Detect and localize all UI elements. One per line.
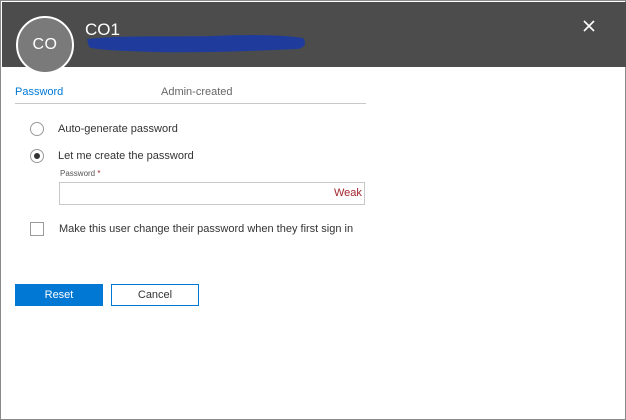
reset-password-panel: CO CO1 Password Admin-created Auto-gener…: [0, 0, 626, 420]
required-asterisk: *: [97, 169, 101, 178]
auto-generate-label: Auto-generate password: [58, 123, 178, 135]
password-strength-indicator: Weak: [334, 187, 362, 199]
auto-generate-option[interactable]: Auto-generate password: [30, 121, 178, 137]
close-button[interactable]: [578, 15, 600, 37]
force-change-checkbox[interactable]: [30, 222, 44, 236]
force-change-option[interactable]: Make this user change their password whe…: [30, 221, 353, 237]
password-input[interactable]: [59, 182, 365, 205]
force-change-label: Make this user change their password whe…: [59, 223, 354, 235]
auto-generate-radio[interactable]: [30, 122, 44, 136]
avatar-initials: CO: [32, 36, 58, 53]
create-password-radio[interactable]: [30, 149, 44, 163]
reset-button[interactable]: Reset: [15, 284, 103, 306]
avatar: CO: [16, 16, 74, 74]
close-icon: [583, 20, 595, 32]
redaction-mark: [87, 34, 305, 53]
create-password-label: Let me create the password: [58, 150, 194, 162]
password-field-label: Password *: [60, 169, 101, 178]
tab-password[interactable]: Password: [15, 86, 63, 98]
tab-bar: Password Admin-created: [15, 86, 366, 104]
create-password-option[interactable]: Let me create the password: [30, 148, 194, 164]
tab-admin-created[interactable]: Admin-created: [161, 86, 233, 98]
cancel-button[interactable]: Cancel: [111, 284, 199, 306]
